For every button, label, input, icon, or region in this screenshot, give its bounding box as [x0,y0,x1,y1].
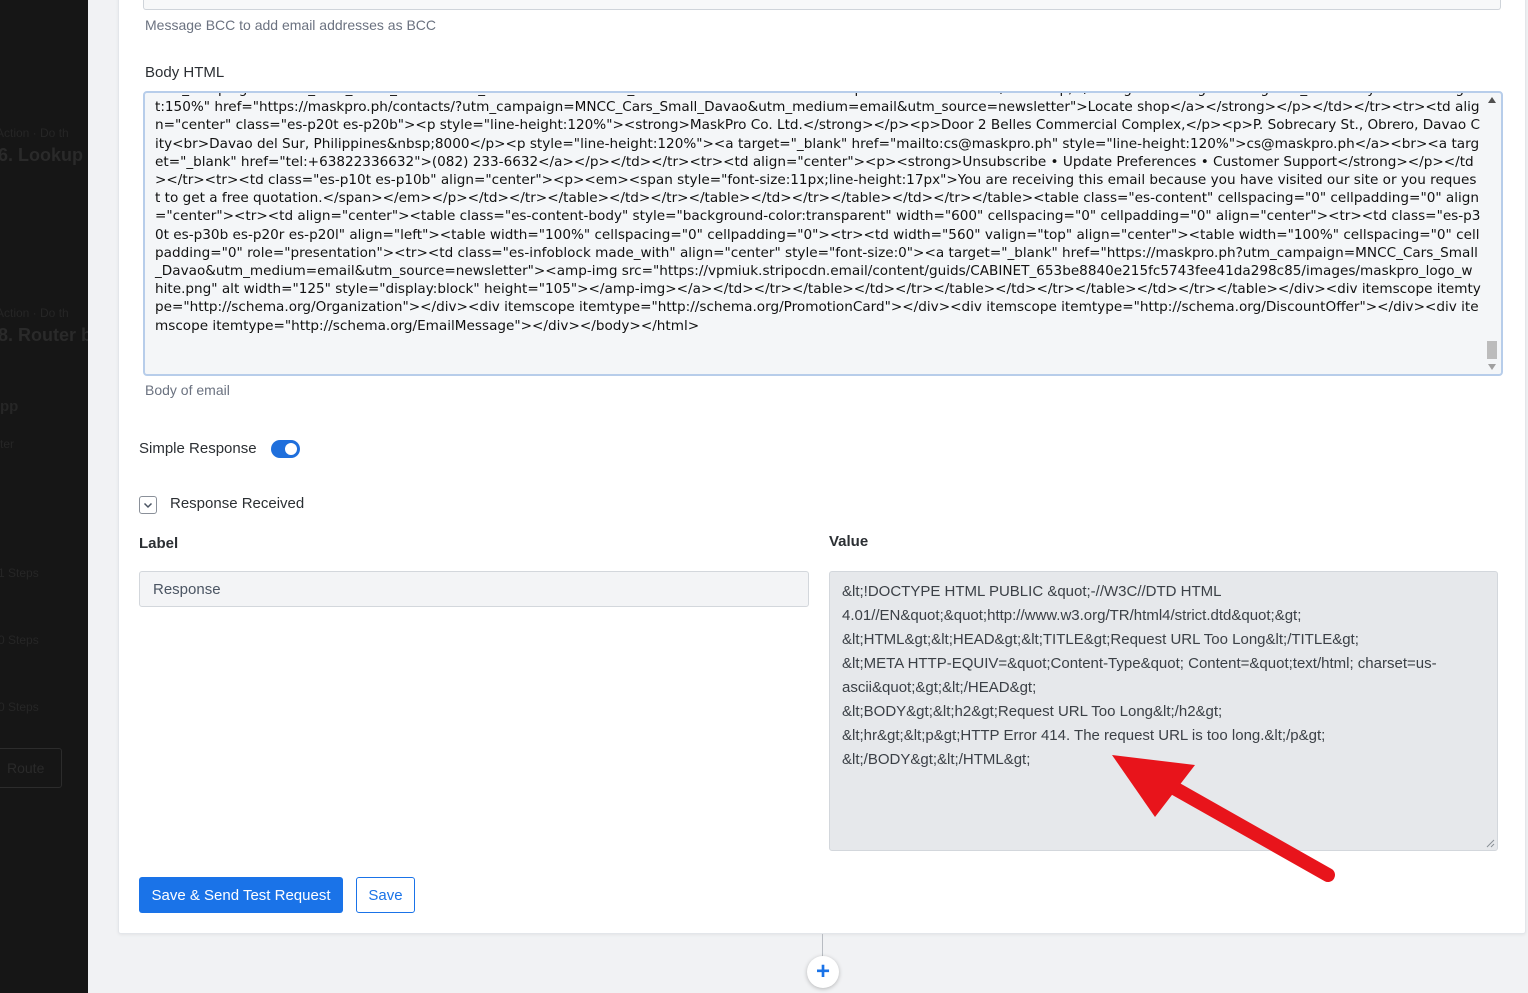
save-and-send-test-button[interactable]: Save & Send Test Request [139,877,343,913]
body-html-label: Body HTML [145,64,225,81]
scroll-down-icon[interactable] [1488,364,1496,370]
step8-title: 8. Router b [0,325,88,345]
response-value-content: &lt;!DOCTYPE HTML PUBLIC &quot;-//W3C//D… [842,583,1437,768]
route-steps-2: 0 Steps [0,633,39,647]
bcc-hint: Message BCC to add email addresses as BC… [145,17,437,33]
step6-title: 6. Lookup [0,145,83,165]
body-html-content: utm_campaign=MNCC_Cars_Small_Davao&utm_m… [155,93,1481,334]
value-column-header: Value [829,533,869,550]
body-html-hint: Body of email [145,382,230,398]
scroll-up-icon[interactable] [1488,97,1496,103]
toggle-knob [285,443,297,455]
response-received-collapse[interactable] [139,496,157,514]
response-label-field[interactable]: Response [139,571,809,607]
body-html-textarea[interactable]: utm_campaign=MNCC_Cars_Small_Davao&utm_m… [143,91,1503,376]
step6-action-label: Action · Do th [0,126,69,140]
body-html-scrollbar[interactable] [1485,95,1499,372]
response-received-label: Response Received [170,495,305,512]
resize-grip-icon[interactable] [1486,839,1495,848]
add-step-button[interactable]: + [807,956,839,988]
route-steps-1: 1 Steps [0,566,39,580]
annotation-arrow-icon [1112,755,1335,882]
filter-label: ter [0,437,15,451]
simple-response-toggle[interactable] [271,440,300,458]
chevron-down-icon [143,502,153,509]
app-label: pp [0,398,19,415]
step8-action-label: Action · Do th [0,306,69,320]
save-button[interactable]: Save [356,877,415,913]
bcc-input[interactable] [143,0,1501,10]
scroll-thumb[interactable] [1487,341,1497,359]
add-route-button: Route [0,748,62,788]
background-workflow-panel: Action · Do th 6. Lookup Action · Do th … [0,0,88,993]
step-connector-line [822,934,823,958]
label-column-header: Label [139,535,179,552]
simple-response-label: Simple Response [139,440,257,457]
route-steps-3: 0 Steps [0,700,39,714]
